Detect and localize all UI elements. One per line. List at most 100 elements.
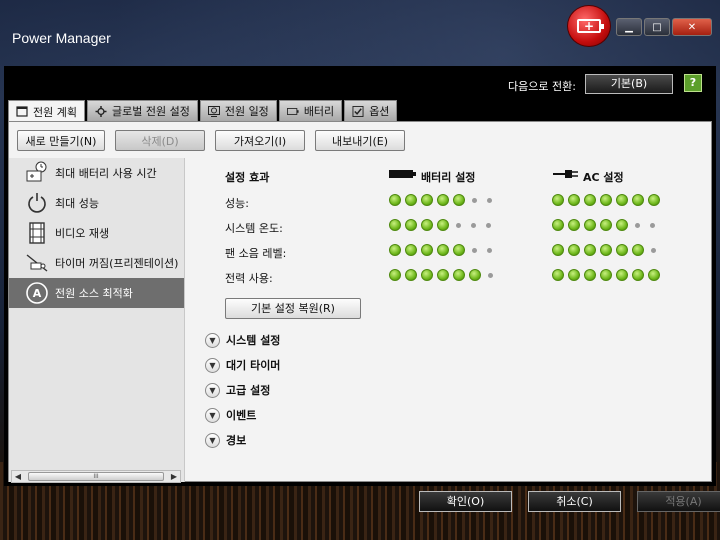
plan-item-max-performance[interactable]: 최대 성능 [9, 188, 184, 218]
performance-ac-indicator [552, 194, 660, 206]
level-dot-off [635, 222, 640, 228]
level-dot-on [648, 194, 660, 206]
level-dot-on [421, 244, 433, 256]
section-label: 대기 타이머 [226, 359, 281, 372]
plan-item-timers-off[interactable]: 타이머 꺼짐(프리젠테이션) [9, 248, 184, 278]
level-dot-on [552, 244, 564, 256]
level-dot-on [568, 244, 580, 256]
level-dot-on [584, 244, 596, 256]
ac-plug-icon [553, 170, 578, 178]
export-button[interactable]: 내보내기(E) [315, 130, 405, 151]
horizontal-scrollbar[interactable]: ◀ III ▶ [11, 470, 181, 483]
restore-defaults-button[interactable]: 기본 설정 복원(R) [225, 298, 361, 319]
new-plan-button[interactable]: 새로 만들기(N) [17, 130, 105, 151]
tab-label: 전원 계획 [33, 105, 77, 119]
level-dot-on [600, 194, 612, 206]
tab-options[interactable]: 옵션 [344, 100, 398, 121]
battery-settings-header: 배터리 설정 [421, 171, 476, 184]
section-advanced-settings[interactable]: ▼ 고급 설정 [205, 382, 270, 398]
section-alarms[interactable]: ▼ 경보 [205, 432, 246, 448]
projector-icon [26, 254, 48, 272]
cancel-button[interactable]: 취소(C) [528, 491, 621, 512]
level-dot-on [389, 244, 401, 256]
battery-icon [286, 107, 299, 115]
scroll-left-icon[interactable]: ◀ [12, 472, 24, 481]
section-label: 시스템 설정 [226, 334, 281, 347]
help-icon[interactable]: ? [684, 74, 702, 92]
tab-label: 전원 일정 [224, 105, 269, 118]
tab-label: 글로벌 전원 설정 [111, 105, 190, 118]
system-temp-battery-indicator [389, 219, 494, 231]
switch-label: 다음으로 전환: [508, 80, 576, 93]
system-temp-label: 시스템 온도: [225, 222, 283, 235]
level-dot-on [616, 194, 628, 206]
level-dot-on [421, 219, 433, 231]
ac-settings-header: AC 설정 [583, 171, 624, 184]
level-dot-on [437, 244, 449, 256]
minimize-icon[interactable]: ▁ [616, 18, 642, 36]
level-dot-on [389, 219, 401, 231]
level-dot-on [437, 219, 449, 231]
apply-button[interactable]: 적용(A) [637, 491, 720, 512]
level-dot-on [600, 244, 612, 256]
tab-power-schedule[interactable]: 전원 일정 [199, 100, 277, 121]
section-label: 고급 설정 [226, 384, 271, 397]
level-dot-off [488, 272, 493, 278]
checkbox-icon [352, 105, 364, 117]
tab-global-settings[interactable]: 글로벌 전원 설정 [86, 100, 198, 121]
switch-mode-button[interactable]: 기본(B) [585, 74, 673, 94]
section-events[interactable]: ▼ 이벤트 [205, 407, 256, 423]
scroll-right-icon[interactable]: ▶ [168, 472, 180, 481]
level-dot-on [600, 219, 612, 231]
level-dot-on [632, 244, 644, 256]
level-dot-on [568, 219, 580, 231]
tab-battery[interactable]: 배터리 [278, 100, 343, 121]
level-dot-off [486, 222, 491, 228]
level-dot-on [568, 194, 580, 206]
window-controls: ▁ □ ✕ [616, 18, 712, 36]
level-dot-on [600, 269, 612, 281]
level-dot-off [487, 197, 492, 203]
level-dot-on [584, 219, 596, 231]
level-dot-on [616, 269, 628, 281]
level-dot-on [552, 269, 564, 281]
close-icon[interactable]: ✕ [672, 18, 712, 36]
level-dot-on [389, 269, 401, 281]
tab-label: 배터리 [303, 105, 335, 118]
plan-item-video-playback[interactable]: 비디오 재생 [9, 218, 184, 248]
power-source-icon: A [26, 282, 48, 304]
level-dot-on [405, 244, 417, 256]
level-dot-on [552, 219, 564, 231]
plan-item-power-source-optimized[interactable]: A 전원 소스 최적화 [9, 278, 184, 308]
plan-settings: 설정 효과 배터리 설정 AC 설정 성능: 시스템 온도: 팬 소음 레벨: … [199, 158, 709, 478]
system-temp-ac-indicator [552, 219, 658, 231]
fan-noise-ac-indicator [552, 244, 659, 256]
power-icon [28, 193, 46, 213]
level-dot-on [552, 194, 564, 206]
ok-button[interactable]: 확인(O) [419, 491, 512, 512]
tab-bar: 전원 계획 글로벌 전원 설정 전원 일정 배터리 옵션 [8, 100, 398, 122]
main-panel: 새로 만들기(N) 삭제(D) 가져오기(I) 내보내기(E) 최대 배터리 사… [8, 121, 712, 483]
chevron-down-icon: ▼ [205, 382, 220, 398]
level-dot-off [472, 247, 477, 253]
section-system-settings[interactable]: ▼ 시스템 설정 [205, 332, 280, 348]
maximize-icon[interactable]: □ [644, 18, 670, 36]
plan-item-max-battery[interactable]: 최대 배터리 사용 시간 [9, 158, 184, 188]
fan-noise-label: 팬 소음 레벨: [225, 247, 287, 260]
level-dot-on [453, 269, 465, 281]
chevron-down-icon: ▼ [205, 432, 220, 448]
level-dot-on [453, 244, 465, 256]
battery-clock-icon [26, 161, 47, 182]
level-dot-on [453, 194, 465, 206]
tab-power-plan[interactable]: 전원 계획 [8, 100, 85, 122]
power-usage-battery-indicator [389, 269, 496, 281]
import-button[interactable]: 가져오기(I) [215, 130, 305, 151]
dialog-buttons: 확인(O) 취소(C) 적용(A) [419, 491, 720, 512]
section-standby-timer[interactable]: ▼ 대기 타이머 [205, 357, 280, 373]
plan-label: 최대 성능 [55, 197, 99, 210]
chevron-down-icon: ▼ [205, 332, 220, 348]
delete-plan-button[interactable]: 삭제(D) [115, 130, 205, 151]
level-dot-on [437, 269, 449, 281]
plan-icon [16, 106, 28, 117]
scrollbar-thumb[interactable]: III [28, 472, 164, 481]
